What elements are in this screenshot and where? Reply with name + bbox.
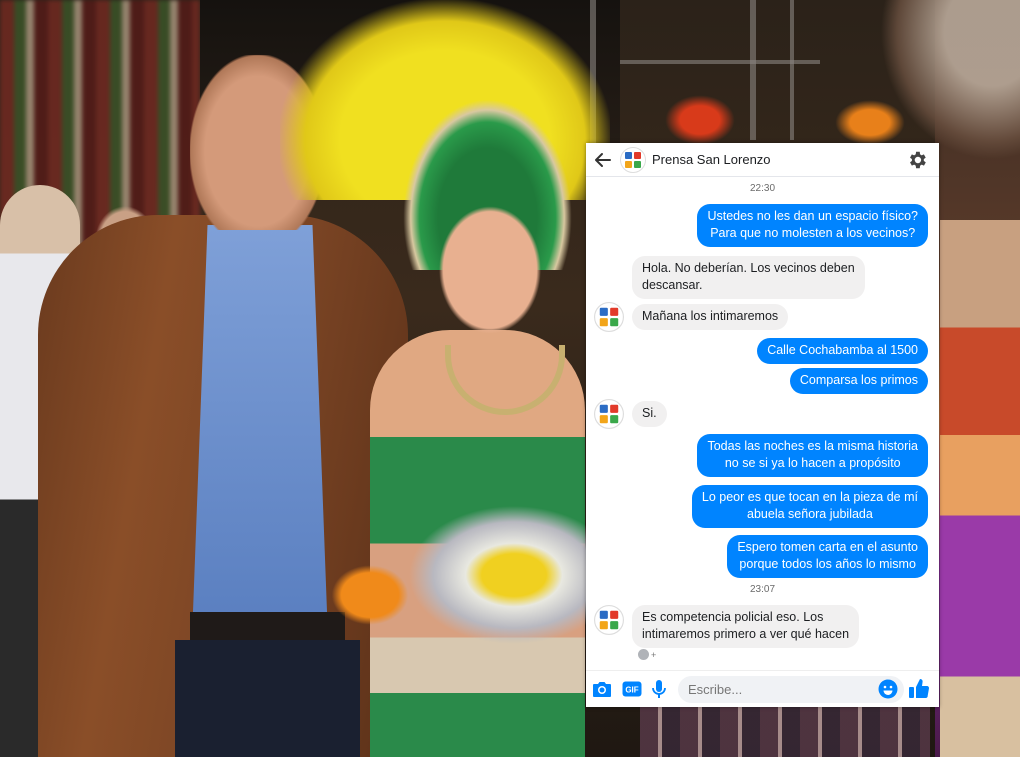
composer-bar: GIF <box>586 670 939 707</box>
message-bubble-outgoing[interactable]: Calle Cochabamba al 1500 <box>757 338 928 364</box>
smiley-reaction-icon <box>638 649 649 660</box>
avatar[interactable] <box>620 147 646 173</box>
microphone-icon[interactable] <box>652 680 666 704</box>
camera-icon[interactable] <box>592 680 612 703</box>
chat-window: Prensa San Lorenzo 22:30 Ustedes no les … <box>586 143 939 707</box>
message-bubble-outgoing[interactable]: Lo peor es que tocan en la pieza de mí a… <box>691 485 928 528</box>
svg-text:GIF: GIF <box>625 686 638 695</box>
emoji-icon[interactable] <box>878 679 898 704</box>
gear-icon[interactable] <box>906 149 928 171</box>
message-bubble-incoming[interactable]: Mañana los intimaremos <box>632 304 789 330</box>
message-input[interactable] <box>678 676 904 703</box>
timestamp: 23:07 <box>749 584 776 595</box>
gif-icon[interactable]: GIF <box>622 680 642 703</box>
conversation-title[interactable]: Prensa San Lorenzo <box>652 152 771 167</box>
avatar[interactable] <box>594 399 624 429</box>
message-bubble-incoming[interactable]: Es competencia policial eso. Los intimar… <box>632 605 860 648</box>
timestamp: 22:30 <box>749 183 776 194</box>
reaction-plus: + <box>651 649 657 660</box>
message-bubble-incoming[interactable]: Hola. No deberían. Los vecinos deben des… <box>632 256 865 299</box>
message-bubble-outgoing[interactable]: Todas las noches es la misma historia no… <box>697 434 928 477</box>
message-bubble-incoming[interactable]: Si. <box>632 401 667 427</box>
avatar[interactable] <box>594 302 624 332</box>
message-bubble-outgoing[interactable]: Espero tomen carta en el asunto porque t… <box>727 535 928 578</box>
thumbs-up-icon[interactable] <box>908 678 930 704</box>
avatar[interactable] <box>594 605 624 635</box>
message-bubble-outgoing[interactable]: Ustedes no les dan un espacio físico? Pa… <box>697 204 928 247</box>
back-arrow-icon[interactable] <box>594 151 614 169</box>
chat-header: Prensa San Lorenzo <box>586 143 939 177</box>
message-bubble-outgoing[interactable]: Comparsa los primos <box>789 368 928 394</box>
add-reaction-button[interactable]: + <box>638 649 656 660</box>
